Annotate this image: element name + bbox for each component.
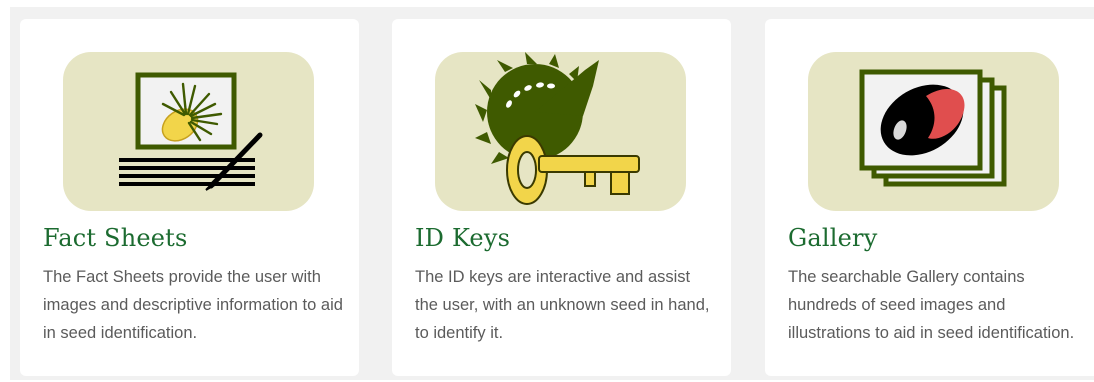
card-title[interactable]: ID Keys	[415, 224, 510, 252]
card-description: The ID keys are interactive and assist t…	[415, 268, 710, 342]
card-title[interactable]: Gallery	[788, 224, 877, 252]
fact-sheets-thumbnail-link[interactable]	[63, 52, 314, 211]
fact-sheet-icon	[119, 72, 263, 191]
card-gallery[interactable]: Gallery The searchable Gallery contains …	[765, 19, 1094, 376]
gallery-thumbnail-link[interactable]	[808, 52, 1059, 211]
gallery-icon	[859, 69, 1007, 187]
card-description: The searchable Gallery contains hundreds…	[788, 268, 1075, 342]
id-key-icon	[475, 52, 640, 205]
card-description: The Fact Sheets provide the user with im…	[43, 268, 343, 342]
card-id-keys[interactable]: ID Keys The ID keys are interactive and …	[392, 19, 731, 376]
id-keys-thumbnail-link[interactable]	[435, 52, 686, 211]
card-fact-sheets[interactable]: Fact Sheets The Fact Sheets provide the …	[20, 19, 359, 376]
card-title[interactable]: Fact Sheets	[43, 224, 188, 252]
